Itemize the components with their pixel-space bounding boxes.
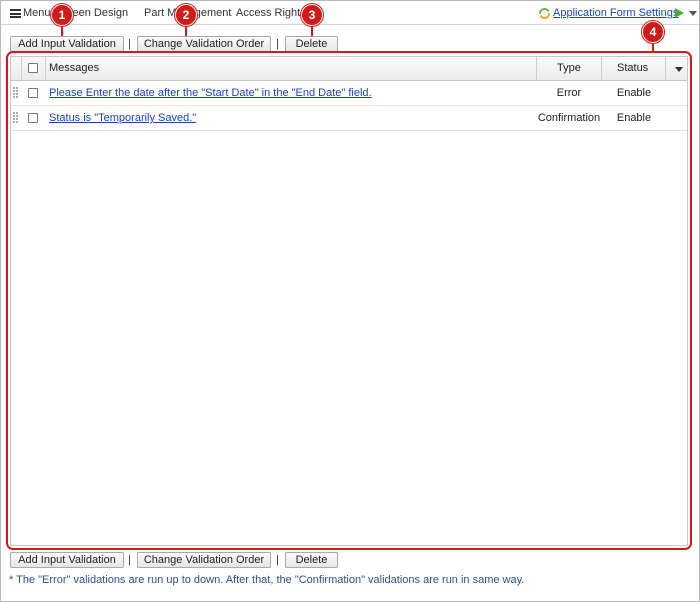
annotation-badge-4: 4 <box>642 21 664 43</box>
refresh-icon <box>539 8 550 19</box>
chevron-down-icon[interactable] <box>689 11 697 16</box>
delete-button-bottom[interactable]: Delete <box>285 552 338 568</box>
annotation-badge-2: 2 <box>175 4 197 26</box>
toolbar-separator: | <box>276 38 279 50</box>
toolbar-separator: | <box>128 554 131 566</box>
top-menu-bar: Menu Screen Design Part Management Acces… <box>1 1 699 25</box>
annotation-badge-3: 3 <box>301 4 323 26</box>
toolbar-separator: | <box>128 38 131 50</box>
access-rights-tab[interactable]: Access Rights <box>236 6 306 20</box>
menu-button[interactable]: Menu <box>23 6 51 20</box>
menu-icon[interactable] <box>10 9 21 18</box>
add-input-validation-button[interactable]: Add Input Validation <box>10 36 124 52</box>
application-form-settings-link[interactable]: Application Form Settings <box>553 6 678 20</box>
annotation-badge-1: 1 <box>51 4 73 26</box>
annotation-box <box>6 51 692 550</box>
delete-button[interactable]: Delete <box>285 36 338 52</box>
play-icon[interactable] <box>675 8 684 18</box>
change-validation-order-button[interactable]: Change Validation Order <box>137 36 271 52</box>
validation-order-note: * The "Error" validations are run up to … <box>9 574 525 586</box>
change-validation-order-button-bottom[interactable]: Change Validation Order <box>137 552 271 568</box>
toolbar-separator: | <box>276 554 279 566</box>
add-input-validation-button-bottom[interactable]: Add Input Validation <box>10 552 124 568</box>
